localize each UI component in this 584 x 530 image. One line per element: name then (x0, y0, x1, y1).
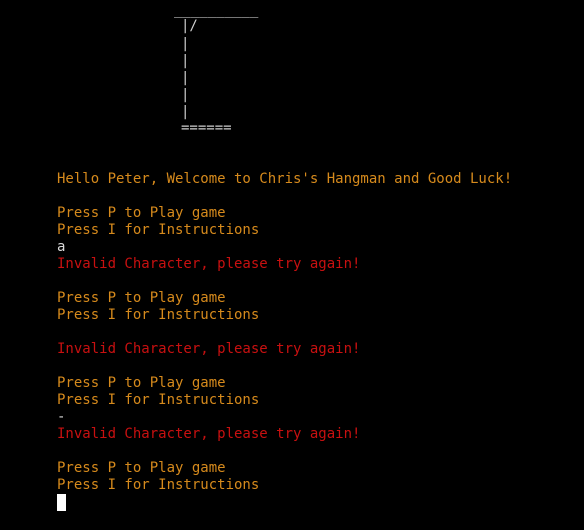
gallows-base: ====== (181, 120, 232, 136)
play-prompt: Press P to Play game (57, 205, 226, 221)
play-prompt: Press P to Play game (57, 375, 226, 391)
terminal-window[interactable]: __________ |/ | | | | | ====== Hello Pet… (0, 0, 584, 530)
gallows-post: | (181, 70, 190, 86)
gallows-post: | (181, 87, 190, 103)
gallows-top-beam: __________ (174, 2, 259, 18)
error-message: Invalid Character, please try again! (57, 341, 361, 357)
gallows-post: | (181, 53, 190, 69)
gallows-post-brace: |/ (181, 18, 198, 34)
play-prompt: Press P to Play game (57, 290, 226, 306)
instructions-prompt: Press I for Instructions (57, 392, 260, 408)
hangman-gallows-ascii-art: __________ |/ | | | | | ====== (0, 0, 300, 150)
user-input-echo: - (57, 409, 66, 425)
instructions-prompt: Press I for Instructions (57, 222, 260, 238)
instructions-prompt: Press I for Instructions (57, 477, 260, 493)
gallows-post: | (181, 36, 190, 52)
instructions-prompt: Press I for Instructions (57, 307, 260, 323)
error-message: Invalid Character, please try again! (57, 426, 361, 442)
error-message: Invalid Character, please try again! (57, 256, 361, 272)
welcome-message: Hello Peter, Welcome to Chris's Hangman … (57, 171, 513, 187)
terminal-input-cursor[interactable] (57, 494, 66, 511)
user-input-echo: a (57, 239, 66, 255)
console-output: Hello Peter, Welcome to Chris's Hangman … (57, 171, 577, 494)
gallows-post: | (181, 104, 190, 120)
play-prompt: Press P to Play game (57, 460, 226, 476)
